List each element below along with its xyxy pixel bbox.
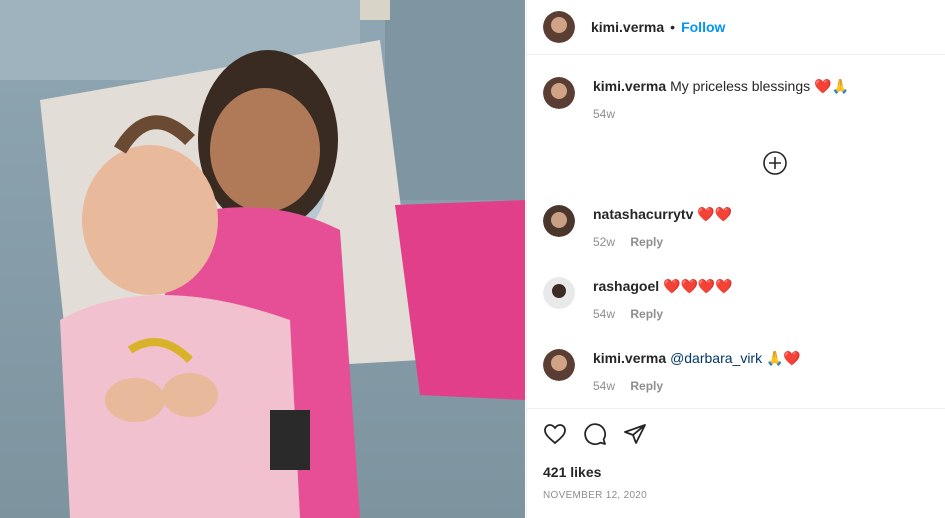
share-icon[interactable] xyxy=(623,422,647,446)
comment-username[interactable]: natashacurrytv xyxy=(593,206,693,222)
comment-text: 🙏❤️ xyxy=(765,350,801,366)
avatar[interactable] xyxy=(543,77,575,109)
comment-username[interactable]: rashagoel xyxy=(593,278,659,294)
avatar-image xyxy=(543,205,575,237)
reply-button[interactable]: Reply xyxy=(630,235,663,249)
comment-item: kimi.verma @darbara_virk 🙏❤️ 54w Reply xyxy=(543,349,930,393)
avatar-image xyxy=(543,77,575,109)
heart-icon[interactable] xyxy=(543,422,567,446)
likes-count[interactable]: 421 likes xyxy=(543,464,601,480)
comment-time[interactable]: 52w xyxy=(593,235,615,249)
post-photo[interactable] xyxy=(0,0,525,518)
comment-item: natashacurrytv ❤️❤️ 52w Reply xyxy=(543,205,930,249)
comment-icon[interactable] xyxy=(583,422,607,446)
comment-text: ❤️❤️❤️❤️ xyxy=(663,278,733,294)
avatar[interactable] xyxy=(543,205,575,237)
caption-time[interactable]: 54w xyxy=(593,107,849,121)
avatar-image xyxy=(543,277,575,309)
reply-button[interactable]: Reply xyxy=(630,379,663,393)
comment-time[interactable]: 54w xyxy=(593,379,615,393)
avatar[interactable] xyxy=(543,349,575,381)
comment-username[interactable]: kimi.verma xyxy=(593,350,666,366)
avatar[interactable] xyxy=(543,277,575,309)
photo-illustration xyxy=(0,0,525,518)
comment-item: rashagoel ❤️❤️❤️❤️ 54w Reply xyxy=(543,277,930,321)
header-username[interactable]: kimi.verma xyxy=(591,19,664,35)
caption-emoji: ❤️🙏 xyxy=(814,78,849,94)
comment-mention[interactable]: @darbara_virk xyxy=(670,350,762,366)
plus-circle-icon[interactable] xyxy=(763,151,787,175)
comment-text: ❤️❤️ xyxy=(697,206,733,222)
post-date: NOVEMBER 12, 2020 xyxy=(543,490,648,501)
post-panel: kimi.verma • Follow kimi.verma My pricel… xyxy=(526,0,945,518)
follow-button[interactable]: Follow xyxy=(681,19,725,35)
caption-username[interactable]: kimi.verma xyxy=(593,78,666,94)
separator-dot: • xyxy=(670,19,676,35)
avatar-image xyxy=(543,349,575,381)
divider xyxy=(527,408,945,409)
action-bar xyxy=(543,422,647,446)
avatar[interactable] xyxy=(543,11,575,43)
avatar-image xyxy=(543,11,575,43)
post-header: kimi.verma • Follow xyxy=(527,0,945,55)
caption: kimi.verma My priceless blessings ❤️🙏 54… xyxy=(543,77,930,121)
caption-text: My priceless blessings xyxy=(670,78,811,94)
reply-button[interactable]: Reply xyxy=(630,307,663,321)
comment-time[interactable]: 54w xyxy=(593,307,615,321)
